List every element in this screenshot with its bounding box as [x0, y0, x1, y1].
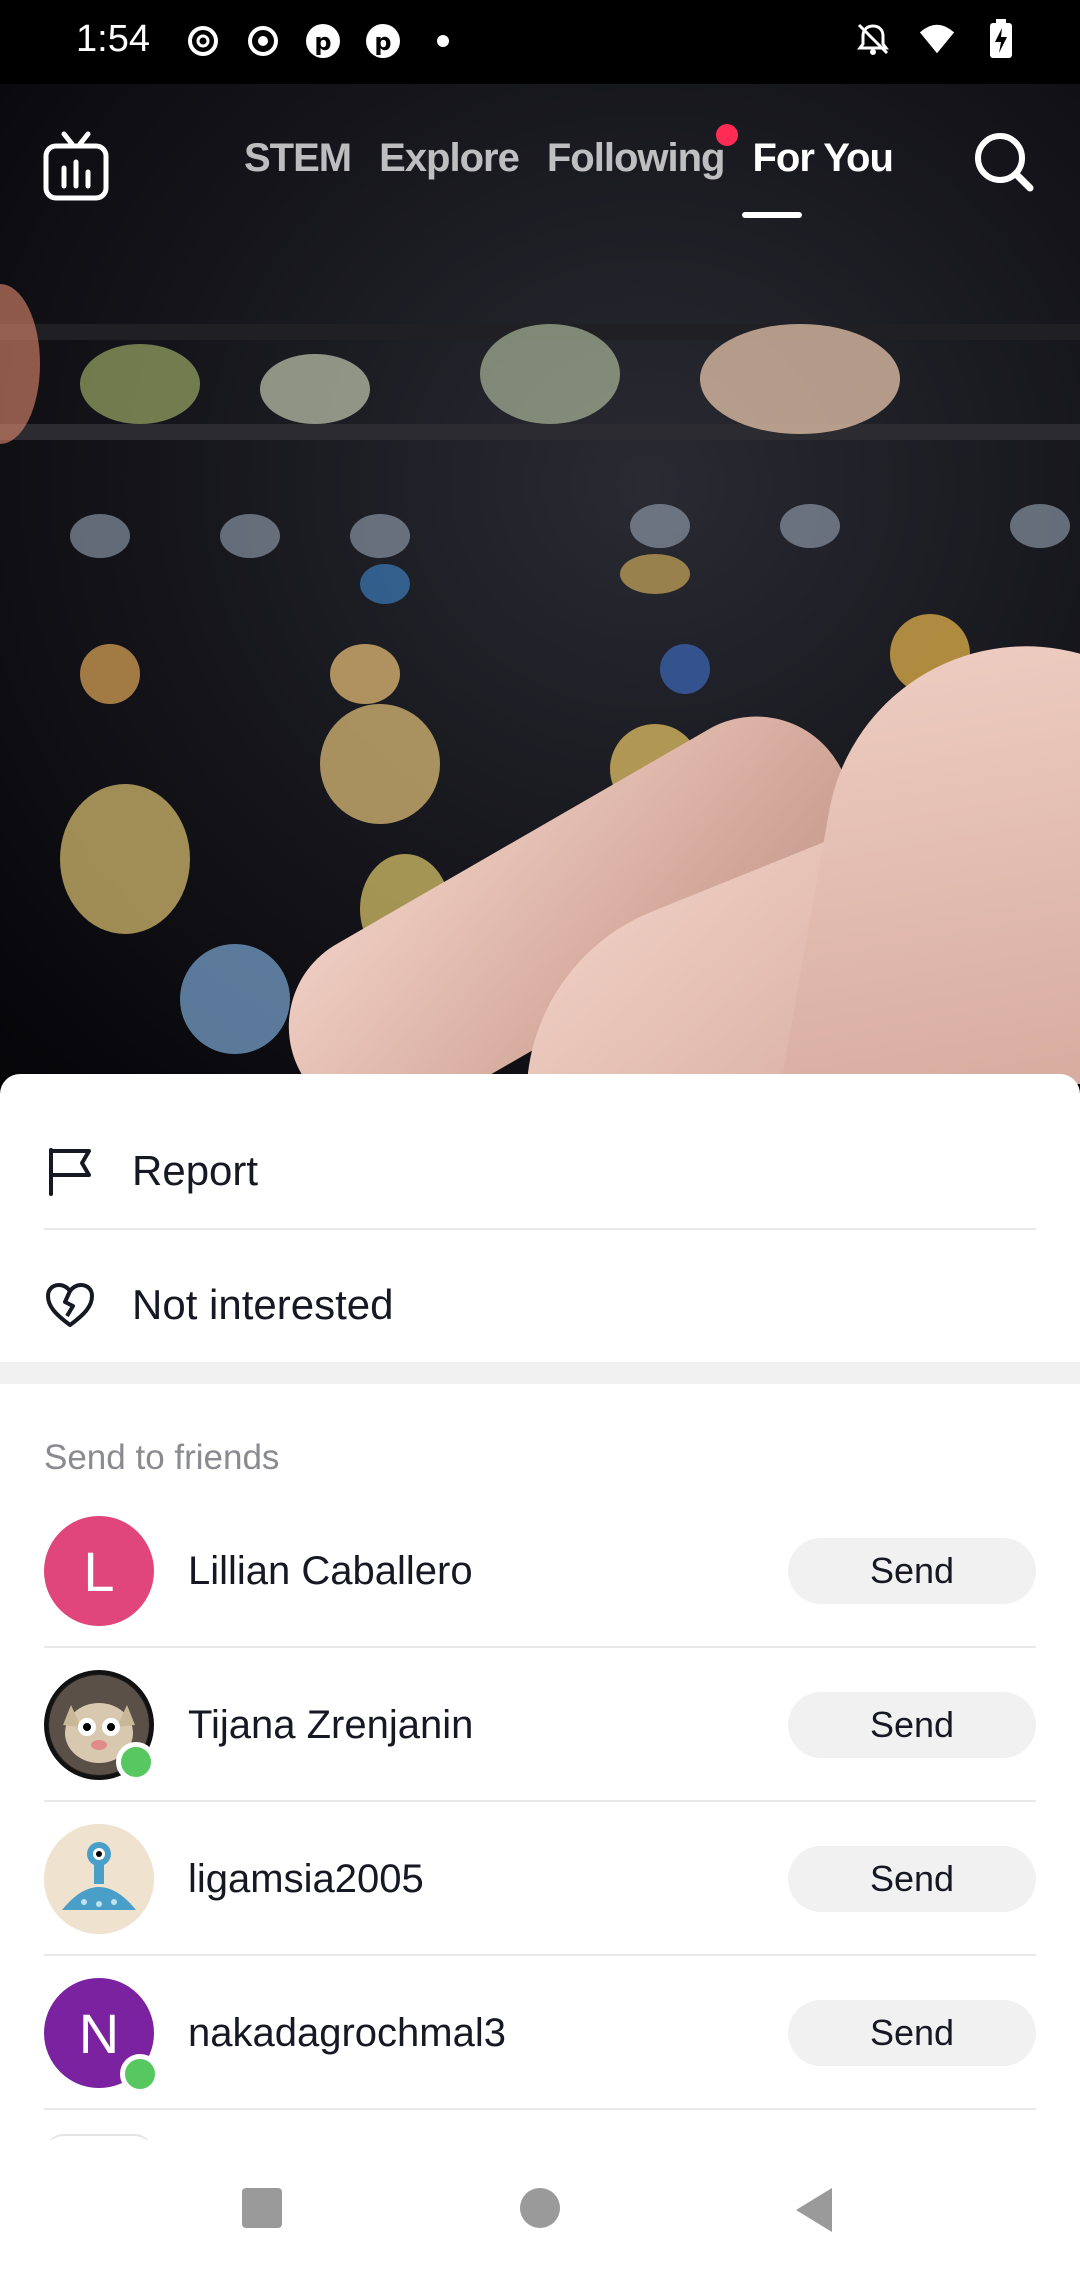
new-content-dot — [716, 124, 739, 146]
svg-text:p: p — [314, 28, 331, 56]
tab-following[interactable]: Following — [546, 124, 739, 181]
friend-row: Tijana Zrenjanin Send — [44, 1648, 1036, 1802]
live-tv-icon[interactable] — [42, 130, 110, 202]
tab-explore[interactable]: Explore — [379, 136, 520, 181]
back-triangle-icon[interactable] — [792, 2186, 836, 2239]
flag-icon — [44, 1145, 96, 1197]
not-interested-action[interactable]: Not interested — [44, 1238, 1036, 1372]
online-indicator — [120, 2054, 160, 2094]
send-button[interactable]: Send — [788, 2000, 1036, 2066]
search-icon[interactable] — [972, 130, 1036, 194]
friend-row: N nakadagrochmal3 Send — [44, 1956, 1036, 2110]
friend-name: nakadagrochmal3 — [188, 2010, 506, 2055]
top-nav: STEM Explore Following For You — [0, 120, 1080, 230]
system-nav-bar — [0, 2140, 1080, 2280]
notification-icons: p p — [184, 22, 462, 60]
status-time: 1:54 — [76, 18, 150, 60]
pinterest-icon: p — [304, 22, 342, 60]
friend-name: ligamsia2005 — [188, 1856, 424, 1901]
tab-for-you[interactable]: For You — [752, 136, 893, 181]
tab-following-label: Following — [546, 136, 726, 180]
friend-name: Lillian Caballero — [188, 1548, 473, 1593]
alien-avatar-icon — [44, 1824, 154, 1934]
tab-stem[interactable]: STEM — [244, 136, 352, 181]
avatar-initial: N — [78, 2001, 120, 2065]
svg-text:p: p — [374, 28, 391, 56]
send-button[interactable]: Send — [788, 1538, 1036, 1604]
send-button[interactable]: Send — [788, 1846, 1036, 1912]
report-action[interactable]: Report — [44, 1104, 1036, 1238]
online-indicator — [116, 1742, 156, 1782]
pinterest-icon: p — [364, 22, 402, 60]
broken-heart-icon — [44, 1279, 96, 1331]
friend-name: Tijana Zrenjanin — [188, 1702, 474, 1747]
avatar-initial: L — [83, 1539, 115, 1603]
dot-icon — [424, 22, 462, 60]
report-label: Report — [132, 1147, 259, 1194]
system-icons — [854, 19, 1020, 58]
section-separator — [0, 1362, 1080, 1384]
avatar[interactable]: L — [44, 1516, 154, 1626]
avatar[interactable]: N — [44, 1978, 160, 2094]
share-sheet: Report Not interested Send to friends L … — [0, 1074, 1080, 2280]
wifi-icon — [918, 20, 956, 58]
send-button[interactable]: Send — [788, 1692, 1036, 1758]
avatar[interactable] — [44, 1670, 156, 1782]
avatar[interactable] — [44, 1824, 154, 1934]
recents-square-icon[interactable] — [240, 2186, 284, 2235]
divider — [44, 1228, 1036, 1230]
not-interested-label: Not interested — [132, 1281, 394, 1328]
status-bar: 1:54 p p — [0, 0, 1080, 84]
threads-icon — [184, 22, 222, 60]
video-player[interactable] — [0, 84, 1080, 1084]
send-to-friends-title: Send to friends — [44, 1438, 280, 1477]
friend-row: ligamsia2005 Send — [44, 1802, 1036, 1956]
battery-charging-icon — [982, 19, 1020, 58]
friend-row: L Lillian Caballero Send — [44, 1494, 1036, 1648]
feed-tabs: STEM Explore Following For You — [244, 124, 894, 181]
record-icon — [244, 22, 282, 60]
home-circle-icon[interactable] — [518, 2186, 562, 2235]
active-tab-indicator — [742, 212, 802, 218]
row-divider — [44, 2108, 1036, 2110]
bell-off-icon — [854, 20, 892, 58]
